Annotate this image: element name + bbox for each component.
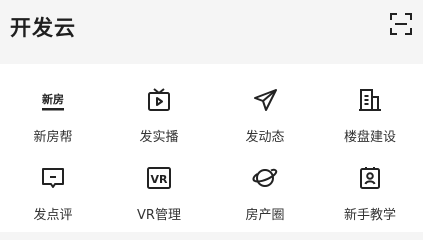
grid-item-label: 发点评 <box>33 208 73 223</box>
grid-item-xinfangbang[interactable]: 新房 新房帮 <box>0 86 106 154</box>
person-card-icon <box>356 164 384 192</box>
grid-item-fangchanquan[interactable]: 房产圈 <box>212 164 318 232</box>
xinfang-badge-text: 新房 <box>42 92 64 106</box>
comment-box-icon <box>39 164 67 192</box>
grid-item-fadongtai[interactable]: 发动态 <box>212 86 318 154</box>
grid-item-label: 发实播 <box>139 130 179 145</box>
building-icon <box>356 86 384 114</box>
scan-button[interactable] <box>389 12 413 36</box>
grid-item-label: 楼盘建设 <box>343 130 396 145</box>
grid-item-label: 房产圈 <box>245 208 285 223</box>
grid-item-vrguanli[interactable]: VR VR管理 <box>106 164 212 232</box>
page-title: 开发云 <box>10 16 76 40</box>
tv-play-icon <box>145 86 173 114</box>
grid-item-loupanjianshe[interactable]: 楼盘建设 <box>317 86 423 154</box>
grid-item-xinshoujiaoxue[interactable]: 新手教学 <box>317 164 423 232</box>
grid-item-label: 新房帮 <box>33 130 73 145</box>
xinfang-badge-icon: 新房 <box>39 86 67 114</box>
paper-plane-icon <box>251 86 279 114</box>
scan-icon <box>390 13 412 35</box>
quick-actions-panel: 新房 新房帮 发实播 发动态 楼盘建设 发点评 VR VR管理 房产圈 新手教学 <box>0 64 423 232</box>
grid-item-fadianping[interactable]: 发点评 <box>0 164 106 232</box>
grid-item-label: VR管理 <box>137 208 181 223</box>
planet-icon <box>251 164 279 192</box>
vr-badge-text: VR <box>151 173 169 186</box>
grid-item-fashibo[interactable]: 发实播 <box>106 86 212 154</box>
app-header: 开发云 <box>0 0 423 56</box>
vr-badge-icon: VR <box>145 164 173 192</box>
grid-item-label: 新手教学 <box>343 208 396 223</box>
grid-item-label: 发动态 <box>245 130 285 145</box>
